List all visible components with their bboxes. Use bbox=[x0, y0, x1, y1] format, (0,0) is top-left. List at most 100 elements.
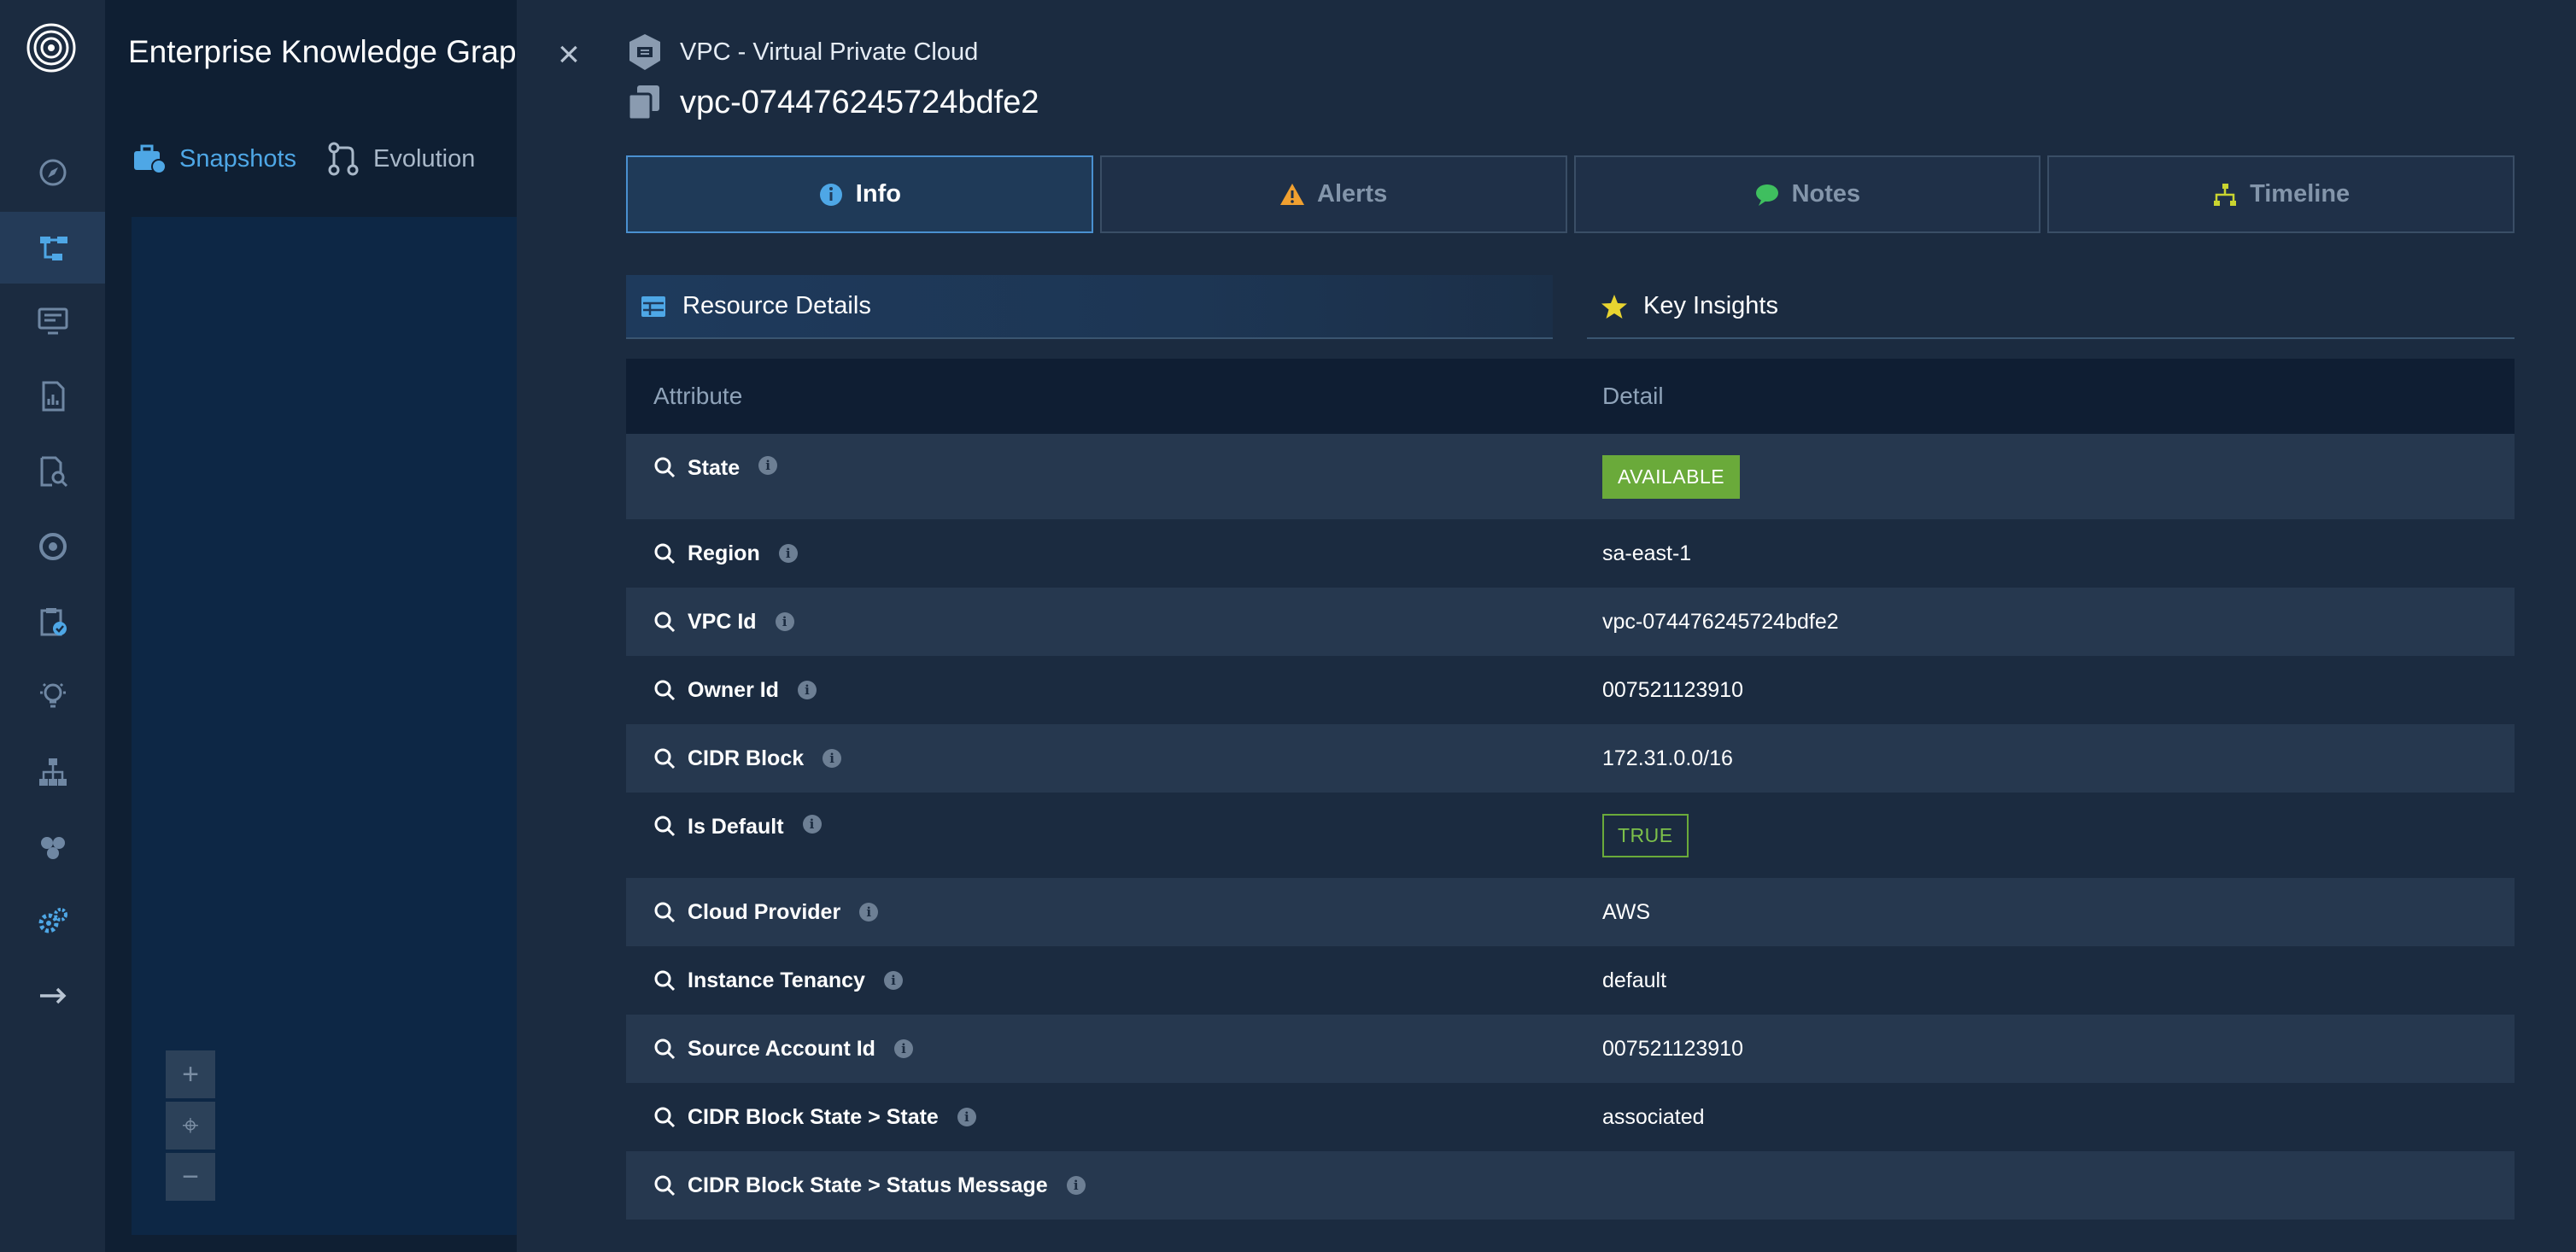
puzzle-icon bbox=[40, 837, 65, 859]
sidebar-item-integrations[interactable] bbox=[0, 811, 105, 883]
tab-info[interactable]: Info bbox=[626, 155, 1093, 233]
report-icon bbox=[42, 381, 64, 412]
sidebar-item-insights[interactable] bbox=[0, 659, 105, 731]
info-icon[interactable]: i bbox=[823, 749, 842, 768]
status-badge: AVAILABLE bbox=[1602, 454, 1741, 499]
attribute-label: Source Account Id bbox=[688, 1036, 875, 1061]
boolean-badge: TRUE bbox=[1602, 813, 1689, 857]
sidebar-expand-button[interactable] bbox=[0, 960, 105, 1032]
section-resource-details-label: Resource Details bbox=[682, 292, 871, 319]
copy-icon[interactable] bbox=[627, 84, 661, 121]
header-attribute: Attribute bbox=[653, 383, 743, 409]
details-table: Attribute Detail State i AVAILABLE Region… bbox=[626, 359, 2515, 1220]
tab-notes-label: Notes bbox=[1791, 180, 1861, 208]
sidebar-item-graph[interactable] bbox=[0, 212, 105, 284]
header-detail: Detail bbox=[1602, 383, 1664, 409]
search-icon[interactable] bbox=[653, 747, 676, 769]
attribute-label: Instance Tenancy bbox=[688, 968, 865, 992]
sidebar-item-search-docs[interactable] bbox=[0, 436, 105, 507]
info-icon[interactable]: i bbox=[859, 903, 879, 921]
tab-timeline[interactable]: Timeline bbox=[2047, 155, 2515, 233]
search-icon[interactable] bbox=[653, 679, 676, 701]
zoom-in-button[interactable]: + bbox=[166, 1050, 215, 1098]
resource-type-row: VPC - Virtual Private Cloud bbox=[627, 32, 978, 72]
search-icon[interactable] bbox=[653, 969, 676, 992]
table-icon bbox=[641, 295, 665, 317]
tab-timeline-label: Timeline bbox=[2250, 180, 2351, 208]
hierarchy-icon bbox=[38, 758, 67, 786]
search-icon[interactable] bbox=[653, 1106, 676, 1128]
zoom-out-button[interactable]: − bbox=[166, 1153, 215, 1201]
attribute-label: CIDR Block bbox=[688, 746, 805, 770]
info-icon[interactable]: i bbox=[893, 1039, 913, 1058]
detail-value: 172.31.0.0/16 bbox=[1602, 746, 1733, 770]
detail-value: 007521123910 bbox=[1602, 1036, 1743, 1061]
table-row: VPC Id i vpc-074476245724bdfe2 bbox=[626, 588, 2515, 656]
attribute-label: Cloud Provider bbox=[688, 899, 841, 924]
sidebar-item-compliance[interactable] bbox=[0, 586, 105, 658]
attribute-label: VPC Id bbox=[688, 609, 757, 634]
attribute-label: CIDR Block State > Status Message bbox=[688, 1173, 1048, 1197]
sidebar-item-hierarchy[interactable] bbox=[0, 736, 105, 808]
table-row: Instance Tenancy i default bbox=[626, 946, 2515, 1015]
info-icon[interactable]: i bbox=[778, 544, 798, 563]
table-row: Cloud Provider i AWS bbox=[626, 878, 2515, 946]
detail-value: vpc-074476245724bdfe2 bbox=[1602, 609, 1839, 634]
info-icon[interactable]: i bbox=[797, 681, 817, 699]
search-icon[interactable] bbox=[653, 456, 676, 478]
table-row: Source Account Id i 007521123910 bbox=[626, 1015, 2515, 1083]
info-icon[interactable]: i bbox=[802, 815, 822, 834]
search-icon[interactable] bbox=[653, 901, 676, 923]
resource-id: vpc-074476245724bdfe2 bbox=[680, 84, 1039, 120]
info-icon[interactable]: i bbox=[883, 971, 903, 990]
search-icon[interactable] bbox=[653, 1174, 676, 1196]
detail-value: sa-east-1 bbox=[1602, 541, 1692, 565]
search-icon[interactable] bbox=[653, 542, 676, 565]
sidebar-rail bbox=[0, 0, 105, 1252]
zoom-center-button[interactable]: ⌖ bbox=[166, 1102, 215, 1150]
detail-value bbox=[1570, 1151, 1602, 1220]
table-row: Region i sa-east-1 bbox=[626, 519, 2515, 588]
timeline-icon bbox=[2214, 183, 2237, 206]
tab-evolution[interactable]: Evolution bbox=[325, 141, 475, 177]
tab-snapshots[interactable]: Snapshots bbox=[132, 141, 296, 177]
attribute-label: CIDR Block State > State bbox=[688, 1104, 939, 1129]
table-row: Is Default i TRUE bbox=[626, 793, 2515, 878]
section-resource-details[interactable]: Resource Details bbox=[626, 275, 1553, 339]
resource-id-row: vpc-074476245724bdfe2 bbox=[627, 84, 1039, 121]
close-drawer-button[interactable]: × bbox=[552, 36, 586, 73]
chat-icon bbox=[1755, 184, 1778, 206]
section-key-insights[interactable]: Key Insights bbox=[1587, 275, 2515, 339]
graph-nodes-icon bbox=[39, 237, 67, 260]
sidebar-item-reports[interactable] bbox=[0, 360, 105, 432]
search-icon[interactable] bbox=[653, 815, 676, 837]
info-icon[interactable]: i bbox=[758, 456, 778, 475]
info-icon[interactable]: i bbox=[957, 1108, 976, 1126]
tab-alerts[interactable]: Alerts bbox=[1099, 155, 1567, 233]
detail-value: associated bbox=[1602, 1104, 1705, 1129]
detail-value: default bbox=[1602, 968, 1667, 992]
info-icon[interactable]: i bbox=[1066, 1176, 1086, 1195]
detail-value: AWS bbox=[1602, 899, 1651, 924]
logo-icon[interactable] bbox=[26, 22, 77, 73]
sidebar-item-explore[interactable] bbox=[0, 137, 105, 208]
lightbulb-icon bbox=[39, 682, 66, 708]
zoom-controls: + ⌖ − bbox=[166, 1050, 215, 1204]
sidebar-item-dashboard[interactable] bbox=[0, 285, 105, 357]
info-icon[interactable]: i bbox=[775, 612, 794, 631]
tab-snapshots-label: Snapshots bbox=[179, 144, 297, 173]
sidebar-item-settings[interactable] bbox=[0, 886, 105, 958]
tab-alerts-label: Alerts bbox=[1317, 180, 1388, 208]
table-row: CIDR Block State > Status Message i bbox=[626, 1151, 2515, 1220]
search-icon[interactable] bbox=[653, 611, 676, 633]
info-icon bbox=[819, 183, 842, 206]
search-icon[interactable] bbox=[653, 1038, 676, 1060]
clipboard-check-icon bbox=[40, 608, 67, 636]
gears-icon bbox=[38, 908, 67, 933]
table-row: State i AVAILABLE bbox=[626, 434, 2515, 519]
sidebar-item-cloud[interactable] bbox=[0, 511, 105, 582]
tab-notes[interactable]: Notes bbox=[1573, 155, 2041, 233]
tab-info-label: Info bbox=[855, 180, 901, 208]
attribute-label: Is Default bbox=[688, 815, 784, 839]
drawer-tabs: Info Alerts Notes Timeline bbox=[626, 155, 2515, 233]
